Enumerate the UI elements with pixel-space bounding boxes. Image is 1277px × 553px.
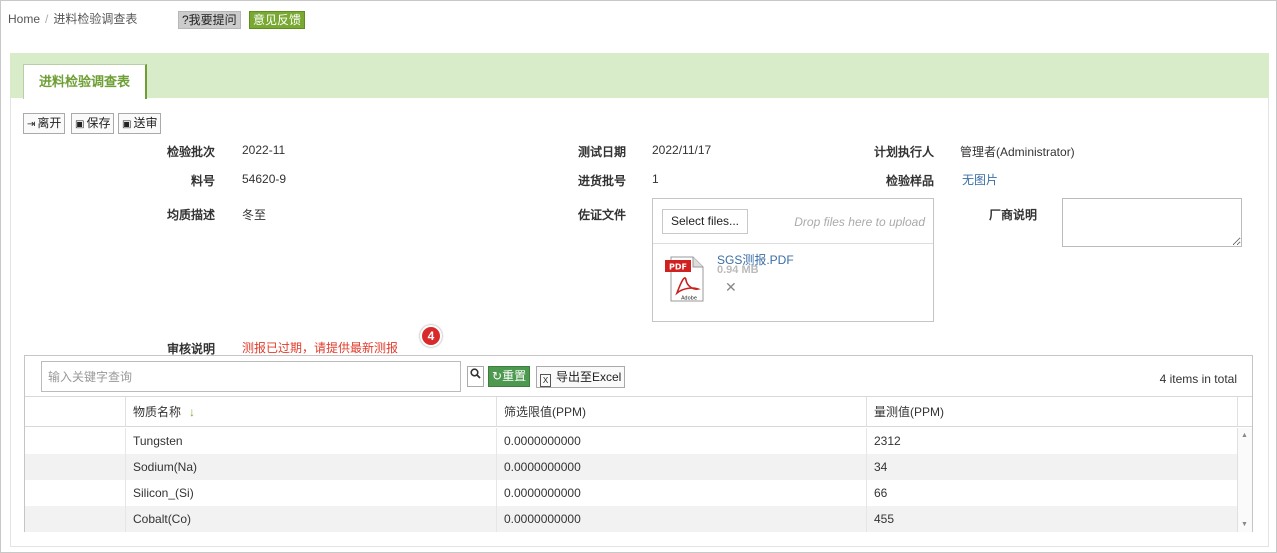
executor-label: 计划执行人: [873, 145, 934, 159]
breadcrumb: Home / 进料检验调查表: [8, 10, 137, 27]
file-upload: Select files... Drop files here to uploa…: [652, 198, 934, 322]
ask-question-button[interactable]: ?我要提问: [178, 11, 241, 29]
items-total: 4 items in total: [1159, 372, 1237, 386]
batch-label: 检验批次: [166, 145, 215, 159]
executor-value: 管理者(Administrator): [960, 145, 1075, 159]
cell-name: Silicon_(Si): [125, 480, 496, 506]
cell-name: Cobalt(Co): [125, 506, 496, 532]
table-row[interactable]: Tungsten 0.0000000000 2312: [25, 428, 1237, 454]
lot-label: 进货批号: [577, 174, 626, 188]
scroll-down-icon[interactable]: ▼: [1241, 521, 1248, 528]
leave-label: 离开: [37, 116, 62, 130]
remove-file-icon[interactable]: ✕: [725, 279, 737, 296]
grid-toolbar: ↻重置 X 导出至Excel 4 items in total: [25, 356, 1252, 397]
test-date-label: 测试日期: [577, 145, 626, 159]
export-label: 导出至Excel: [556, 370, 622, 384]
table-row[interactable]: Silicon_(Si) 0.0000000000 66: [25, 480, 1237, 506]
cell-measured: 455: [866, 506, 1237, 532]
cell-measured: 66: [866, 480, 1237, 506]
cell-limit: 0.0000000000: [496, 506, 866, 532]
column-measured[interactable]: 量测值(PPM): [866, 397, 1237, 427]
search-input[interactable]: [41, 361, 461, 392]
floppy-disk-icon: ▣: [122, 119, 132, 130]
svg-text:PDF: PDF: [669, 263, 687, 272]
sample-link[interactable]: 无图片: [962, 171, 998, 188]
tab-bar: 进料检验调查表: [10, 53, 1269, 99]
cell-name: Sodium(Na): [125, 454, 496, 480]
sort-down-icon: ↓: [189, 405, 196, 419]
table-row[interactable]: Cobalt(Co) 0.0000000000 455: [25, 506, 1237, 532]
grid-header: 物质名称 ↓ 筛选限值(PPM) 量测值(PPM): [25, 397, 1252, 427]
column-substance-name[interactable]: 物质名称 ↓: [125, 397, 496, 427]
scroll-up-icon[interactable]: ▲: [1241, 432, 1248, 439]
submit-label: 送审: [133, 116, 158, 130]
batch-value: 2022-11: [242, 143, 286, 157]
reset-button[interactable]: ↻重置: [488, 366, 531, 387]
vendor-note-textarea[interactable]: [1062, 198, 1242, 247]
breadcrumb-home[interactable]: Home: [8, 12, 40, 26]
homogeneity-value: 冬至: [242, 208, 267, 222]
select-files-button[interactable]: Select files...: [662, 209, 748, 234]
substance-grid: ↻重置 X 导出至Excel 4 items in total 物质名称 ↓ 筛选限…: [24, 355, 1253, 532]
floppy-disk-icon: ▣: [75, 119, 85, 130]
drop-hint: Drop files here to upload: [794, 215, 925, 229]
part-no-value: 54620-9: [242, 172, 287, 186]
column-label: 物质名称: [133, 405, 182, 419]
lot-value: 1: [652, 172, 659, 186]
reset-label: 重置: [502, 369, 527, 383]
review-note: 测报已过期，请提供最新测报: [242, 341, 399, 355]
leave-button[interactable]: ⇥ 离开: [23, 113, 66, 134]
upload-dropzone[interactable]: Select files... Drop files here to uploa…: [653, 199, 933, 244]
exit-icon: ⇥: [27, 119, 36, 130]
cell-limit: 0.0000000000: [496, 480, 866, 506]
breadcrumb-current: 进料检验调查表: [53, 12, 138, 26]
save-label: 保存: [86, 116, 111, 130]
header-scroll-spacer: [1237, 397, 1252, 427]
test-date-value: 2022/11/17: [652, 143, 712, 157]
submit-review-button[interactable]: ▣ 送审: [118, 113, 162, 134]
search-icon[interactable]: [467, 366, 484, 387]
cell-limit: 0.0000000000: [496, 454, 866, 480]
cell-measured: 34: [866, 454, 1237, 480]
vendor-note-label: 厂商说明: [988, 208, 1037, 222]
column-limit[interactable]: 筛选限值(PPM): [496, 397, 866, 427]
grid-scrollbar[interactable]: ▲ ▼: [1237, 428, 1252, 532]
cell-measured: 2312: [866, 428, 1237, 454]
evidence-label: 佐证文件: [577, 208, 626, 222]
cell-limit: 0.0000000000: [496, 428, 866, 454]
tab-inspection-survey[interactable]: 进料检验调查表: [23, 64, 147, 99]
grid-body: Tungsten 0.0000000000 2312 Sodium(Na) 0.…: [25, 428, 1237, 532]
sample-label: 检验样品: [885, 174, 934, 188]
homogeneity-label: 均质描述: [166, 208, 215, 222]
save-button[interactable]: ▣ 保存: [71, 113, 115, 134]
cell-name: Tungsten: [125, 428, 496, 454]
table-row[interactable]: Sodium(Na) 0.0000000000 34: [25, 454, 1237, 480]
count-badge: 4: [420, 325, 442, 347]
export-excel-button[interactable]: X 导出至Excel: [536, 366, 626, 388]
svg-text:Adobe: Adobe: [681, 296, 697, 302]
breadcrumb-separator: /: [45, 12, 49, 26]
refresh-icon: ↻: [492, 369, 503, 383]
feedback-button[interactable]: 意见反馈: [249, 11, 306, 29]
part-no-label: 料号: [190, 174, 215, 188]
uploaded-file-size: 0.94 MB: [717, 264, 759, 276]
pdf-file-icon: PDF Adobe: [665, 256, 704, 302]
excel-icon: X: [540, 374, 551, 387]
